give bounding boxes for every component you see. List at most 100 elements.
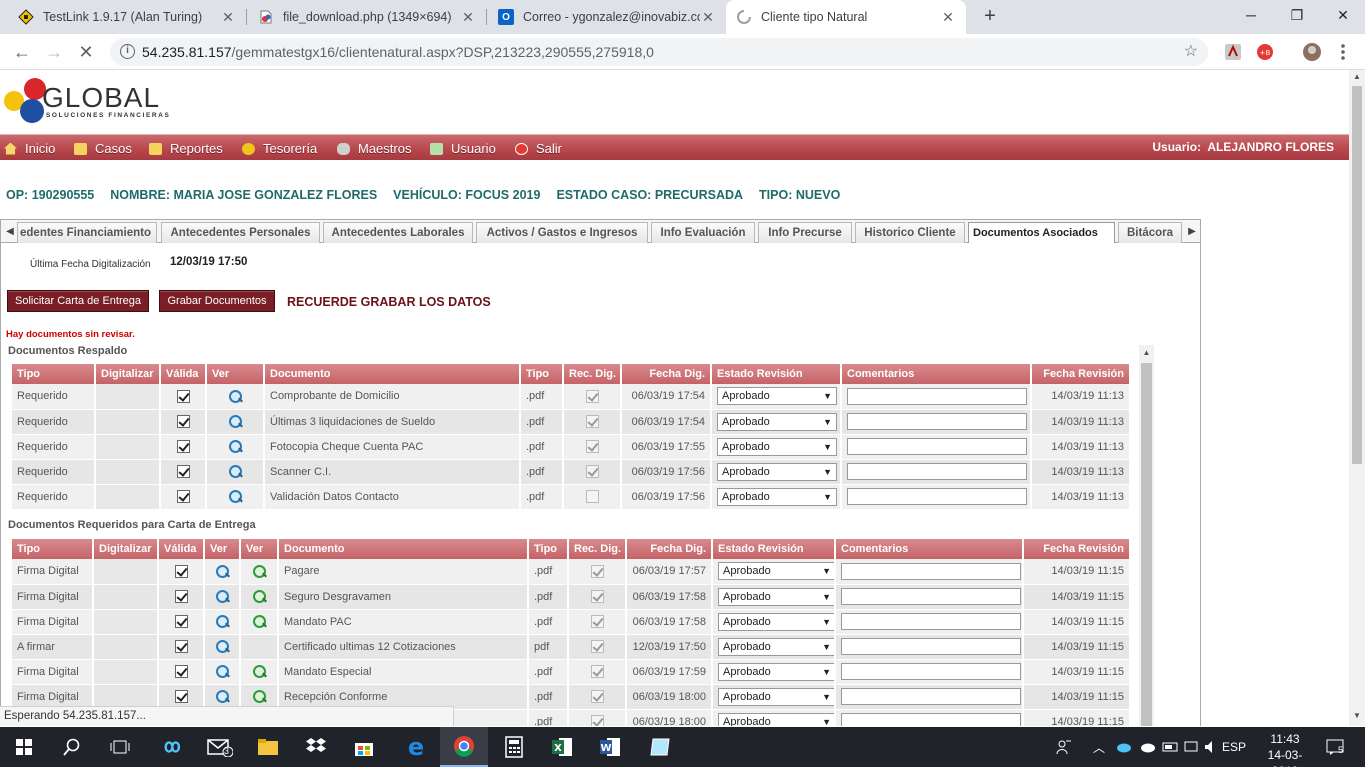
view-document-icon[interactable] — [228, 464, 243, 479]
view-signed-document-icon[interactable] — [252, 589, 267, 604]
scrollbar-thumb[interactable] — [1352, 86, 1362, 464]
bookmark-star-icon[interactable]: ☆ — [1184, 41, 1198, 61]
address-bar[interactable]: i 54.235.81.157/gemmatestgx16/clientenat… — [110, 38, 1208, 66]
estado-revision-select[interactable]: Aprobado ▼ — [718, 687, 833, 706]
notes-app-icon[interactable] — [636, 727, 684, 767]
back-icon[interactable]: ← — [8, 38, 36, 66]
col-fecha-dig[interactable]: Fecha Dig. — [626, 539, 713, 559]
cell-digitalizar[interactable] — [95, 434, 161, 460]
col-ext[interactable]: Tipo — [520, 364, 564, 384]
store-icon[interactable] — [340, 727, 388, 767]
view-document-icon[interactable] — [228, 414, 243, 429]
menu-maestros[interactable]: Maestros — [337, 141, 411, 156]
scroll-up-icon[interactable]: ▲ — [1349, 72, 1365, 86]
chrome-icon[interactable] — [440, 727, 488, 767]
dropbox-icon[interactable] — [292, 727, 340, 767]
tab-info-evaluacion[interactable]: Info Evaluación — [651, 222, 755, 243]
mail-icon[interactable]: 3 — [196, 727, 244, 767]
view-document-icon[interactable] — [215, 664, 230, 679]
view-signed-document-icon[interactable] — [252, 664, 267, 679]
battery-icon[interactable] — [1160, 727, 1182, 767]
tab-antecedentes-financiamiento[interactable]: edentes Financiamiento — [17, 222, 157, 243]
browser-tab-cliente[interactable]: Cliente tipo Natural ✕ — [726, 0, 966, 34]
valida-checkbox[interactable] — [174, 665, 188, 678]
cell-digitalizar[interactable] — [93, 559, 159, 585]
col-documento[interactable]: Documento — [264, 364, 521, 384]
valida-checkbox[interactable] — [174, 615, 188, 628]
cell-digitalizar[interactable] — [93, 609, 159, 635]
estado-revision-select[interactable]: Aprobado ▼ — [717, 387, 837, 406]
scroll-up-icon[interactable]: ▲ — [1139, 345, 1154, 360]
browser-menu-icon[interactable] — [1333, 42, 1353, 62]
estado-revision-select[interactable]: Aprobado ▼ — [718, 587, 833, 606]
site-info-icon[interactable]: i — [120, 44, 135, 59]
valida-checkbox[interactable] — [176, 465, 190, 478]
search-icon[interactable] — [48, 727, 96, 767]
notifications-icon[interactable]: 5 — [1320, 727, 1350, 767]
valida-checkbox[interactable] — [174, 564, 188, 578]
word-icon[interactable]: W — [586, 727, 634, 767]
people-icon[interactable] — [1052, 727, 1076, 767]
tab-antecedentes-personales[interactable]: Antecedentes Personales — [161, 222, 320, 243]
browser-tab-testlink[interactable]: TestLink 1.9.17 (Alan Turing) ✕ — [8, 0, 246, 34]
col-ver[interactable]: Ver — [204, 539, 241, 559]
calculator-icon[interactable] — [490, 727, 538, 767]
view-document-icon[interactable] — [215, 639, 230, 654]
col-digitalizar[interactable]: Digitalizar — [93, 539, 159, 559]
browser-tab-correo[interactable]: O Correo - ygonzalez@inovabiz.com ✕ — [488, 0, 726, 34]
col-rec-dig[interactable]: Rec. Dig. — [563, 364, 622, 384]
infinity-app-icon[interactable] — [148, 727, 196, 767]
comentario-input[interactable] — [841, 588, 1021, 605]
cell-digitalizar[interactable] — [93, 634, 159, 660]
solicitar-carta-button[interactable]: Solicitar Carta de Entrega — [7, 290, 149, 312]
cell-digitalizar[interactable] — [95, 384, 161, 410]
valida-checkbox[interactable] — [176, 440, 190, 453]
maximize-icon[interactable]: ❐ — [1274, 0, 1320, 30]
col-rec-dig[interactable]: Rec. Dig. — [568, 539, 627, 559]
scrollbar-thumb[interactable] — [1141, 363, 1152, 726]
col-tipo[interactable]: Tipo — [12, 539, 94, 559]
col-fecha-revision[interactable]: Fecha Revisión — [1023, 539, 1131, 559]
windows-start-icon[interactable] — [0, 727, 48, 767]
col-comentarios[interactable]: Comentarios — [835, 539, 1024, 559]
view-document-icon[interactable] — [215, 564, 230, 579]
valida-checkbox[interactable] — [174, 690, 188, 703]
tab-info-precurse[interactable]: Info Precurse — [758, 222, 852, 243]
comentario-input[interactable] — [841, 688, 1021, 705]
cell-digitalizar[interactable] — [95, 484, 161, 510]
estado-revision-select[interactable]: Aprobado ▼ — [718, 637, 833, 656]
view-signed-document-icon[interactable] — [252, 689, 267, 704]
task-view-icon[interactable] — [96, 727, 144, 767]
new-tab-icon[interactable]: + — [978, 5, 1002, 29]
comentario-input[interactable] — [841, 562, 1021, 580]
close-tab-icon[interactable]: ✕ — [460, 9, 476, 26]
estado-revision-select[interactable]: Aprobado ▼ — [717, 487, 837, 506]
menu-salir[interactable]: Salir — [515, 141, 562, 156]
comentario-input[interactable] — [847, 387, 1027, 405]
close-tab-icon[interactable]: ✕ — [220, 9, 236, 26]
menu-tesoreria[interactable]: Tesorería — [242, 141, 317, 156]
onedrive-icon[interactable] — [1112, 727, 1134, 767]
col-comentarios[interactable]: Comentarios — [841, 364, 1032, 384]
close-window-icon[interactable]: ✕ — [1320, 0, 1365, 30]
view-signed-document-icon[interactable] — [252, 564, 267, 579]
grabar-documentos-button[interactable]: Grabar Documentos — [159, 290, 275, 312]
view-document-icon[interactable] — [228, 439, 243, 454]
close-tab-icon[interactable]: ✕ — [700, 9, 716, 26]
view-document-icon[interactable] — [228, 489, 243, 504]
col-documento[interactable]: Documento — [278, 539, 529, 559]
cell-digitalizar[interactable] — [93, 659, 159, 685]
page-scrollbar[interactable]: ▲ ▼ — [1349, 70, 1365, 726]
menu-inicio[interactable]: Inicio — [4, 141, 55, 156]
extension-badge-icon[interactable]: +B — [1255, 42, 1275, 62]
estado-revision-select[interactable]: Aprobado ▼ — [717, 412, 837, 431]
col-digitalizar[interactable]: Digitalizar — [95, 364, 161, 384]
panel-scrollbar[interactable]: ▲ — [1139, 345, 1154, 726]
estado-revision-select[interactable]: Aprobado ▼ — [717, 437, 837, 456]
col-estado-revision[interactable]: Estado Revisión — [712, 539, 836, 559]
file-explorer-icon[interactable] — [244, 727, 292, 767]
valida-checkbox[interactable] — [176, 389, 190, 403]
col-fecha-revision[interactable]: Fecha Revisión — [1031, 364, 1131, 384]
valida-checkbox[interactable] — [174, 590, 188, 603]
tab-antecedentes-laborales[interactable]: Antecedentes Laborales — [323, 222, 473, 243]
